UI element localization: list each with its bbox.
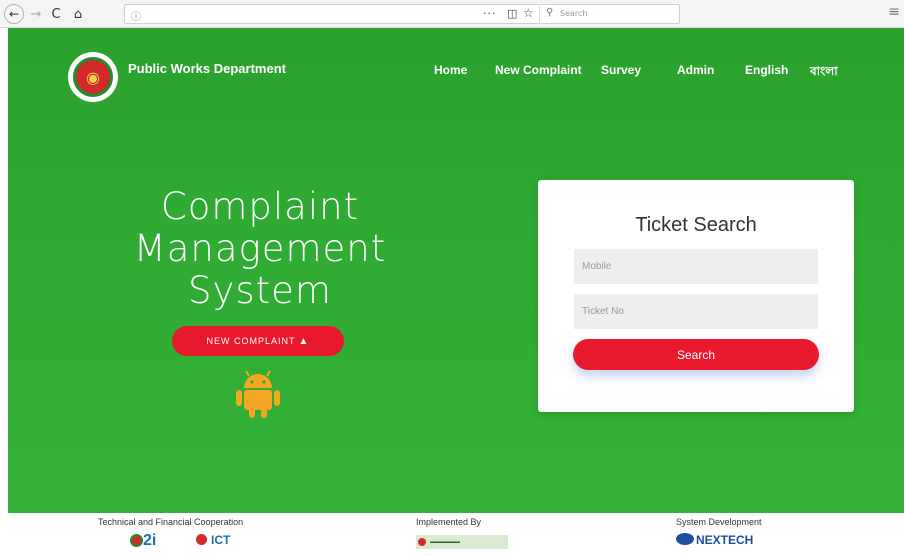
pwd-emblem-icon — [418, 538, 426, 546]
mobile-input[interactable] — [574, 249, 818, 284]
nav-bangla[interactable]: বাংলা — [810, 63, 838, 83]
nav-home[interactable]: Home — [434, 63, 467, 77]
new-complaint-button[interactable]: NEW COMPLAINT ▲ — [172, 326, 344, 356]
nav-survey[interactable]: Survey — [601, 63, 641, 77]
ict-emblem-icon — [196, 534, 207, 545]
development-label: System Development — [676, 517, 762, 527]
footer: Technical and Financial Cooperation Impl… — [0, 513, 904, 556]
search-placeholder: Search — [560, 9, 588, 18]
browser-search-input[interactable]: ⚲ Search — [539, 4, 801, 24]
browser-toolbar: ← → C ⌂ ⓘ ··· ◫ ☆ ⚲ Search ≡ — [0, 0, 904, 28]
government-logo[interactable]: ◉ — [68, 52, 118, 102]
ticket-no-input[interactable] — [574, 294, 818, 329]
nav-english[interactable]: English — [745, 63, 788, 77]
ticket-search-card: Ticket Search Search — [538, 180, 854, 412]
hero-title-line: Complaint — [160, 185, 360, 228]
ticket-search-title: Ticket Search — [635, 214, 757, 236]
a2i-logo[interactable]: 2i — [130, 532, 156, 550]
home-button[interactable]: ⌂ — [70, 4, 86, 24]
info-icon[interactable]: ⓘ — [131, 8, 141, 23]
hero-title-line: System — [188, 269, 332, 312]
browser-menu-icon[interactable]: ≡ — [888, 4, 900, 20]
search-icon: ⚲ — [546, 7, 554, 18]
pocket-icon[interactable]: ◫ — [507, 7, 517, 20]
search-button[interactable]: Search — [573, 339, 819, 370]
ict-text: ICT — [211, 533, 231, 547]
hero-section: ◉ Public Works Department Home New Compl… — [8, 28, 904, 513]
nextech-text: NEXTECH — [696, 533, 754, 547]
url-bar[interactable]: ⓘ ··· ◫ ☆ ⚲ Search — [124, 4, 680, 24]
pwd-logo[interactable]: ▬▬▬▬▬▬ — [416, 535, 508, 549]
ict-logo[interactable]: ICT — [196, 533, 230, 547]
pwd-logo-text: ▬▬▬▬▬▬ — [430, 539, 460, 545]
hero-title: Complaint Management System — [100, 186, 420, 312]
reload-button[interactable]: C — [48, 4, 64, 24]
nextech-emblem-icon — [676, 533, 694, 545]
implemented-label: Implemented By — [416, 517, 482, 527]
nextech-logo[interactable]: NEXTECH — [676, 533, 753, 547]
android-icon[interactable] — [230, 364, 286, 420]
forward-button[interactable]: → — [28, 4, 44, 24]
cursor-icon: ▲ — [298, 335, 310, 347]
a2i-emblem-icon — [130, 534, 143, 547]
cooperation-label: Technical and Financial Cooperation — [98, 517, 244, 527]
page-actions-button[interactable]: ··· — [483, 7, 497, 20]
bangladesh-emblem-icon: ◉ — [73, 57, 113, 97]
brand-name[interactable]: Public Works Department — [128, 61, 286, 76]
hero-title-line: Management — [133, 227, 387, 270]
back-button[interactable]: ← — [4, 4, 24, 24]
bookmark-star-icon[interactable]: ☆ — [523, 6, 534, 20]
nav-admin[interactable]: Admin — [677, 63, 714, 77]
a2i-text: 2i — [143, 532, 157, 549]
new-complaint-label: NEW COMPLAINT — [206, 336, 296, 346]
nav-new-complaint[interactable]: New Complaint — [495, 63, 582, 77]
